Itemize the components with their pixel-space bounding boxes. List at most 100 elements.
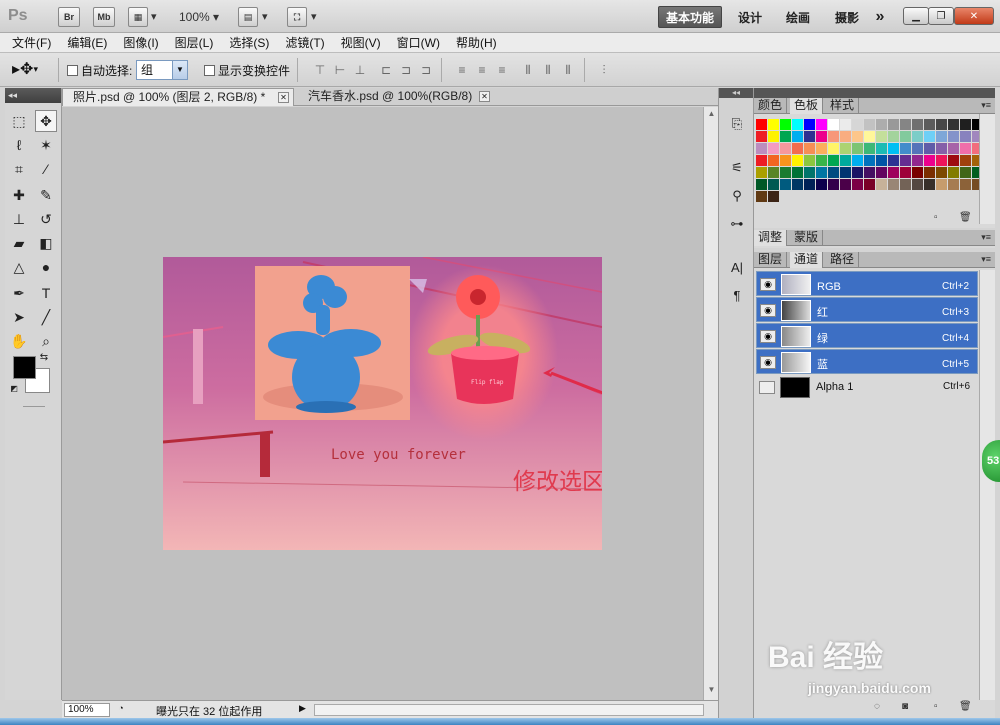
color-swatch[interactable]	[840, 131, 851, 142]
workspace-design[interactable]: 设计	[732, 6, 768, 28]
visibility-eye-icon[interactable]: ◉	[760, 278, 776, 291]
color-swatch[interactable]	[840, 143, 851, 154]
color-swatch[interactable]	[756, 155, 767, 166]
menu-select[interactable]: 选择(S)	[229, 34, 269, 51]
color-swatch[interactable]	[948, 143, 959, 154]
distribute-vcenter-icon[interactable]: ≡	[472, 63, 492, 77]
menu-help[interactable]: 帮助(H)	[456, 34, 497, 51]
color-swatch[interactable]	[828, 131, 839, 142]
minimize-button[interactable]: ▁	[903, 7, 929, 25]
color-swatch[interactable]	[804, 155, 815, 166]
color-swatch[interactable]	[792, 167, 803, 178]
paragraph-panel-icon[interactable]: ¶	[727, 286, 747, 306]
color-swatch[interactable]	[780, 155, 791, 166]
color-swatch[interactable]	[828, 167, 839, 178]
gradient-tool[interactable]: ◧	[35, 232, 57, 254]
color-swatch[interactable]	[948, 179, 959, 190]
swap-colors-icon[interactable]: ⇆	[37, 350, 51, 364]
color-swatch[interactable]	[768, 179, 779, 190]
color-swatch[interactable]	[756, 143, 767, 154]
distribute-bottom-icon[interactable]: ≡	[492, 63, 512, 77]
color-swatch[interactable]	[924, 131, 935, 142]
doc-tab-photo[interactable]: 照片.psd @ 100% (图层 2, RGB/8) * ✕	[62, 88, 294, 106]
channel-row-green[interactable]: ◉ 绿 Ctrl+4	[756, 323, 978, 348]
color-swatch[interactable]	[804, 143, 815, 154]
align-hcenter-icon[interactable]: ⊐	[396, 63, 416, 77]
scroll-up-icon[interactable]: ▲	[706, 109, 717, 120]
zoom-tool[interactable]: ⌕	[35, 330, 57, 352]
save-selection-icon[interactable]: ◙	[902, 701, 908, 712]
color-swatch[interactable]	[912, 119, 923, 130]
scroll-down-icon[interactable]: ▼	[706, 685, 717, 696]
document-canvas-image[interactable]: Flip flap Love you forever 修改选区	[163, 257, 602, 550]
color-swatch[interactable]	[852, 155, 863, 166]
color-swatch[interactable]	[756, 191, 767, 202]
color-swatch[interactable]	[780, 167, 791, 178]
tab-adjustments[interactable]: 调整	[754, 230, 788, 246]
color-swatch[interactable]	[840, 167, 851, 178]
color-swatch[interactable]	[804, 119, 815, 130]
color-swatch[interactable]	[852, 131, 863, 142]
move-tool[interactable]: ✥	[35, 110, 57, 132]
color-swatch[interactable]	[888, 119, 899, 130]
panel-menu-icon[interactable]: ▾≡	[981, 232, 991, 243]
more-workspaces-button[interactable]: »	[870, 6, 890, 28]
channel-row-rgb[interactable]: ◉ RGB Ctrl+2	[756, 271, 978, 296]
distribute-right-icon[interactable]: ⫴	[558, 63, 578, 77]
eraser-tool[interactable]: ▰	[8, 232, 30, 254]
color-swatch[interactable]	[888, 179, 899, 190]
color-swatch[interactable]	[924, 179, 935, 190]
color-swatch[interactable]	[900, 155, 911, 166]
chevron-down-icon[interactable]: ▾	[311, 10, 317, 23]
type-tool[interactable]: T	[35, 282, 57, 304]
color-swatch[interactable]	[780, 143, 791, 154]
color-swatch[interactable]	[912, 143, 923, 154]
character-panel-icon[interactable]: A|	[727, 258, 747, 278]
color-swatch[interactable]	[768, 167, 779, 178]
color-swatch[interactable]	[936, 167, 947, 178]
color-swatch[interactable]	[912, 131, 923, 142]
visibility-eye-icon[interactable]: ◉	[760, 330, 776, 343]
color-swatch[interactable]	[816, 167, 827, 178]
color-swatch[interactable]	[828, 143, 839, 154]
eyedropper-tool[interactable]: ⁄	[35, 158, 57, 180]
chevron-down-icon[interactable]: ▾	[151, 10, 157, 23]
tab-paths[interactable]: 路径	[826, 252, 860, 268]
channel-row-red[interactable]: ◉ 红 Ctrl+3	[756, 297, 978, 322]
color-swatch[interactable]	[864, 131, 875, 142]
color-swatch[interactable]	[828, 179, 839, 190]
doc-tab-car-perfume[interactable]: 汽车香水.psd @ 100%(RGB/8) ✕	[298, 88, 494, 106]
align-vcenter-icon[interactable]: ⊢	[330, 63, 350, 77]
close-tab-icon[interactable]: ✕	[278, 92, 289, 103]
color-swatch[interactable]	[960, 155, 971, 166]
foreground-color-swatch[interactable]	[13, 356, 36, 379]
color-swatch[interactable]	[816, 119, 827, 130]
color-swatch[interactable]	[960, 143, 971, 154]
channels-scrollbar[interactable]	[979, 270, 995, 700]
color-swatch[interactable]	[804, 131, 815, 142]
color-swatch[interactable]	[816, 143, 827, 154]
color-swatch[interactable]	[876, 119, 887, 130]
color-swatch[interactable]	[816, 155, 827, 166]
color-swatch[interactable]	[900, 131, 911, 142]
screen-mode-button[interactable]: ⛶	[287, 7, 307, 27]
color-swatch[interactable]	[816, 131, 827, 142]
crop-tool[interactable]: ⌗	[8, 158, 30, 180]
visibility-box[interactable]	[759, 381, 775, 394]
zoom-field[interactable]: 100%	[64, 703, 110, 717]
color-swatch[interactable]	[960, 167, 971, 178]
hand-tool[interactable]: ✋	[8, 330, 30, 352]
color-swatch[interactable]	[768, 143, 779, 154]
channel-row-alpha-1[interactable]: Alpha 1 Ctrl+6	[756, 375, 978, 400]
healing-brush-tool[interactable]: ✚	[8, 184, 30, 206]
close-tab-icon[interactable]: ✕	[479, 91, 490, 102]
dodge-tool[interactable]: ●	[35, 256, 57, 278]
bridge-button[interactable]: Br	[58, 7, 80, 27]
dock-header[interactable]: ◂◂	[719, 88, 753, 98]
panel-menu-icon[interactable]: ▾≡	[981, 254, 991, 265]
color-swatch[interactable]	[864, 155, 875, 166]
color-swatch[interactable]	[960, 131, 971, 142]
restore-button[interactable]: ❐	[928, 7, 954, 25]
panel-menu-icon[interactable]: ▾≡	[981, 100, 991, 111]
move-tool-preset-picker[interactable]: ▸✥ ▾	[12, 59, 38, 79]
